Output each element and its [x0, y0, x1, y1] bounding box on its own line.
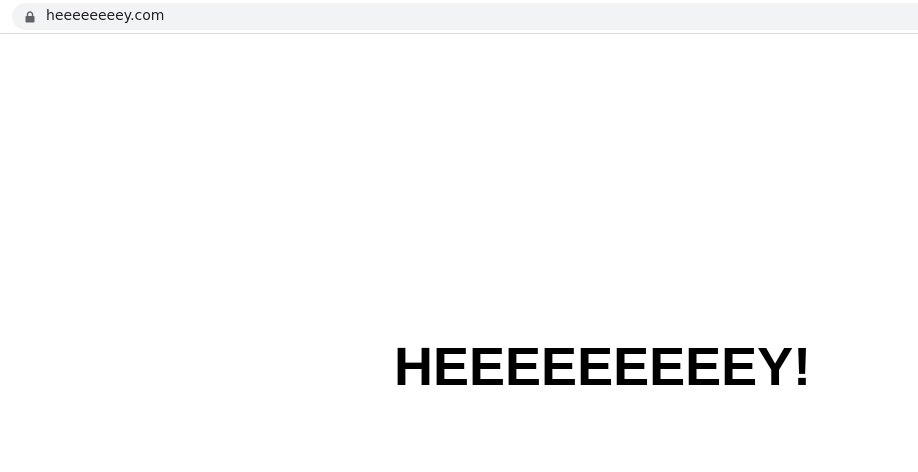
address-bar[interactable]: heeeeeeeey.com: [12, 3, 918, 30]
lock-icon[interactable]: [25, 10, 35, 23]
page-headline: HEEEEEEEEEY!: [394, 337, 812, 397]
page-content: HEEEEEEEEEY!: [0, 35, 918, 472]
browser-toolbar: heeeeeeeey.com: [0, 0, 918, 34]
url-text[interactable]: heeeeeeeey.com: [46, 8, 164, 24]
